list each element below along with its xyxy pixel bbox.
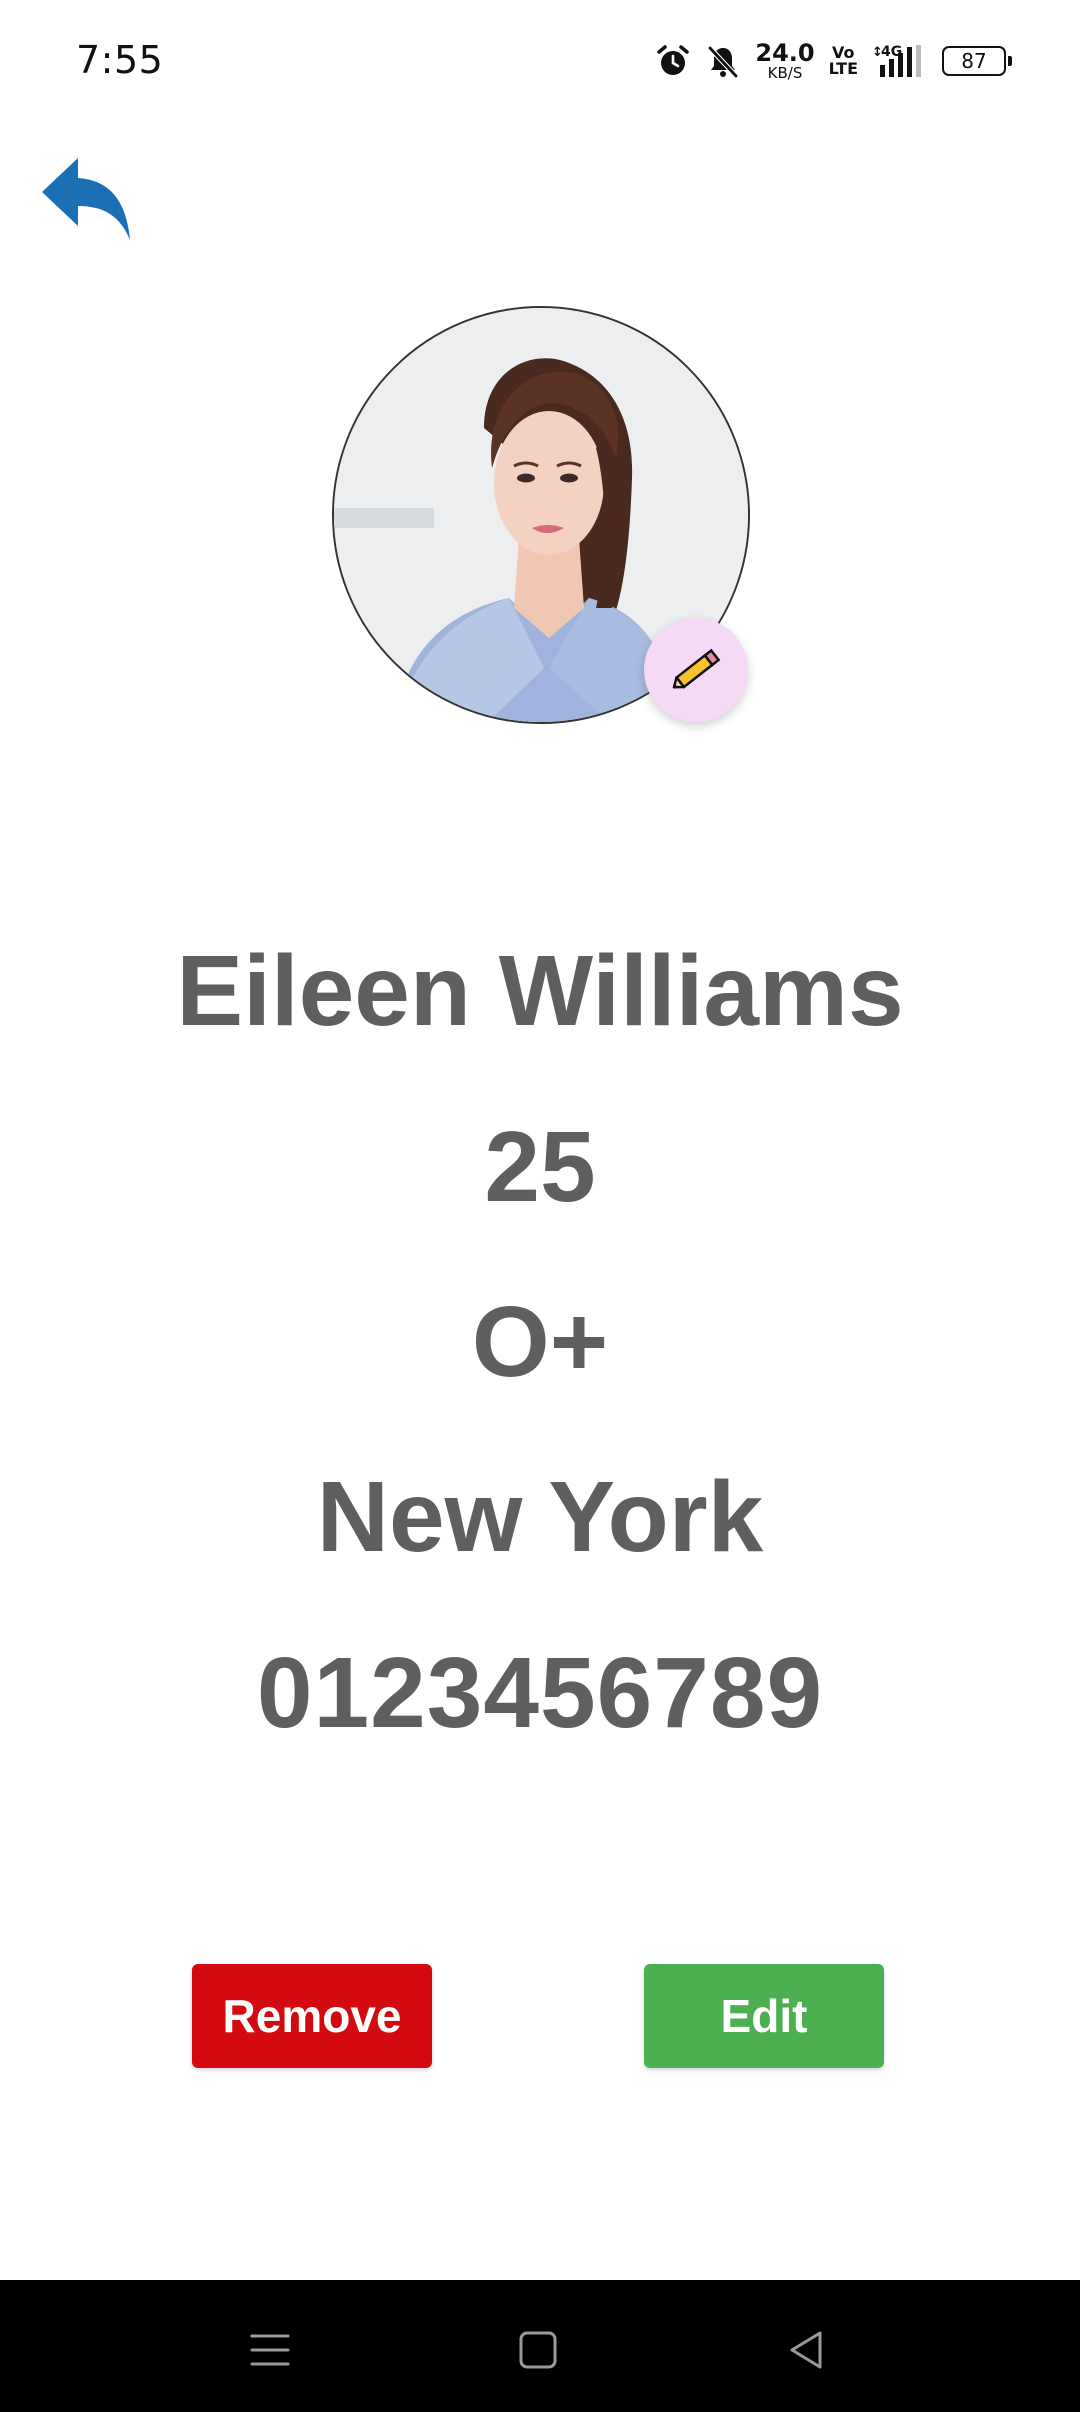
edit-button[interactable]: Edit bbox=[644, 1964, 884, 2068]
reply-arrow-icon bbox=[42, 158, 130, 240]
volte-indicator: Vo LTE bbox=[829, 45, 858, 77]
nav-back-button[interactable] bbox=[766, 2310, 846, 2390]
net-speed-unit: KB/S bbox=[767, 64, 803, 82]
alarm-icon bbox=[655, 43, 691, 79]
remove-button[interactable]: Remove bbox=[192, 1964, 432, 2068]
net-speed: 24.0 KB/S bbox=[755, 41, 814, 81]
signal-icon: ↕ 4G bbox=[872, 43, 928, 79]
home-icon bbox=[519, 2331, 557, 2369]
pencil-icon bbox=[672, 648, 721, 689]
profile-screen: 7:55 24.0 KB/S Vo LTE ↕ 4G 87 Eileen Wil… bbox=[0, 0, 1080, 2412]
nav-menu-button[interactable] bbox=[230, 2310, 310, 2390]
volte-bottom: LTE bbox=[828, 59, 858, 78]
profile-blood-group: O+ bbox=[471, 1286, 609, 1398]
battery-level: 87 bbox=[961, 49, 987, 73]
back-triangle-icon bbox=[790, 2331, 822, 2369]
mute-icon bbox=[705, 43, 741, 79]
back-button[interactable] bbox=[36, 150, 136, 250]
menu-icon bbox=[250, 2334, 290, 2366]
profile-city: New York bbox=[316, 1461, 764, 1573]
status-icons: 24.0 KB/S Vo LTE ↕ 4G 87 bbox=[655, 36, 1012, 86]
edit-photo-button[interactable] bbox=[644, 618, 748, 722]
battery-icon: 87 bbox=[942, 46, 1012, 76]
navigation-bar bbox=[0, 2280, 1080, 2412]
profile-phone: 0123456789 bbox=[256, 1637, 824, 1749]
profile-name: Eileen Williams bbox=[176, 935, 904, 1047]
profile-age: 25 bbox=[484, 1111, 596, 1223]
nav-home-button[interactable] bbox=[498, 2310, 578, 2390]
avatar-container bbox=[332, 306, 750, 724]
net-speed-value: 24.0 bbox=[755, 39, 815, 67]
status-time: 7:55 bbox=[76, 38, 164, 82]
status-bar: 7:55 24.0 KB/S Vo LTE ↕ 4G 87 bbox=[0, 0, 1080, 124]
